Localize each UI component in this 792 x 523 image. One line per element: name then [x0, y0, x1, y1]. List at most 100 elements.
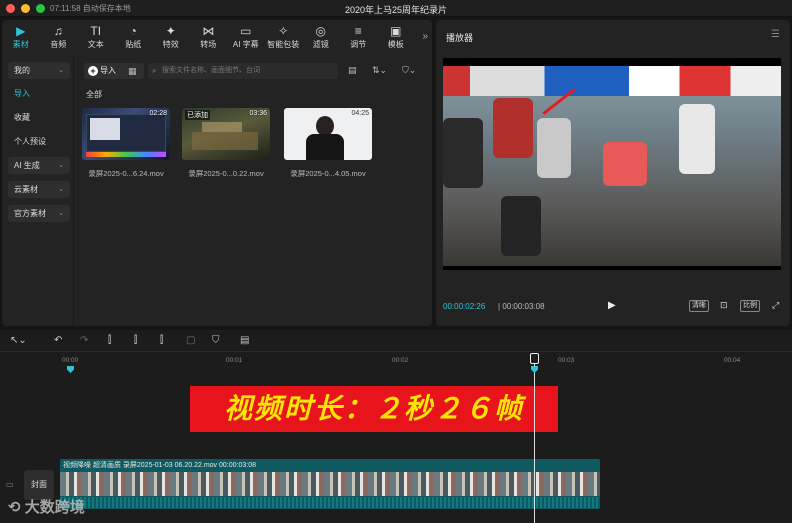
video-preview[interactable]: [443, 58, 781, 270]
media-filename: 录屏2025-0...4.05.mov: [290, 169, 366, 178]
undo-icon[interactable]: ↶: [54, 335, 62, 346]
tool-media[interactable]: ▶ 素材: [2, 20, 40, 54]
media-panel: ▶ 素材 ♫ 音频 TI 文本 ◔ 贴纸 ✦ 特效 ⋈ 转场 ▭ AI 字幕 ✧ 智能包装 ◎ 滤镜 ≡ 调节 ▣ 模板 …: [2, 20, 432, 326]
redo-icon[interactable]: ↷: [80, 335, 88, 346]
chevron-down-icon: ⌄: [58, 210, 64, 217]
fullscreen-icon[interactable]: ⤢: [770, 300, 781, 310]
watermark: ⟲ 大数跨境: [8, 499, 85, 516]
playhead-marker: [531, 366, 538, 373]
clip-filmstrip: [60, 472, 600, 496]
select-tool-icon[interactable]: ↖⌄: [10, 335, 27, 346]
added-badge: 已添加: [185, 110, 210, 120]
tool-label: 文本: [87, 40, 104, 49]
sidebar-item-import[interactable]: 导入: [8, 85, 70, 102]
media-filename: 录屏2025-0...0.22.mov: [188, 169, 264, 178]
tool-sticker[interactable]: ◔ 贴纸: [115, 20, 153, 54]
sidebar-item-personal-presets[interactable]: 个人预设: [8, 133, 70, 150]
video-clip[interactable]: 视频降噪 超清画质 录屏2025-01-03 06.20.22.mov 00:0…: [60, 459, 600, 509]
smart-pack-icon: ✧: [278, 24, 289, 38]
sidebar-item-favorites[interactable]: 收藏: [8, 109, 70, 126]
crop-icon[interactable]: ⊡: [718, 300, 730, 310]
tool-transition[interactable]: ⋈ 转场: [190, 20, 228, 54]
title-bar: 07:11:58 自动保存本地 2020年上马25周年纪录片: [0, 0, 792, 17]
side-nav: 我的 ⌄ 导入 收藏 个人预设 AI 生成 ⌄ 云素材 ⌄ 官方素材 ⌄: [2, 54, 74, 326]
sticker-icon: ◔: [129, 24, 137, 38]
media-icon: ▶: [16, 24, 26, 38]
ai-subtitle-icon: ▭: [240, 24, 252, 38]
tool-label: 智能包装: [267, 40, 300, 49]
timeline-toolbar: ↖⌄ ↶ ↷ ⫿ ⫿ ⫿ ▢ ⛉ ▤: [0, 330, 792, 352]
tool-label: 模板: [387, 40, 404, 49]
menu-icon[interactable]: ☰: [771, 29, 780, 40]
time-ruler[interactable]: 00:00 00:01 00:02 00:03 00:04: [58, 354, 792, 368]
media-filename: 录屏2025-0...6.24.mov: [88, 169, 164, 178]
ratio-button[interactable]: 比例: [740, 300, 760, 312]
all-media-label: 全部: [86, 90, 102, 99]
tool-filter[interactable]: ◎ 滤镜: [302, 20, 340, 54]
shield-icon[interactable]: ⛉: [212, 335, 220, 346]
thumbnail-duration: 03:36: [249, 110, 267, 117]
quality-button[interactable]: 清晰: [689, 300, 709, 312]
search-icon: ⌕: [152, 66, 157, 75]
thumbnail-duration: 02:28: [149, 110, 167, 117]
audio-icon: ♫: [53, 24, 63, 38]
current-time: 00:00:02:26: [443, 302, 486, 311]
text-icon: TI: [90, 24, 102, 38]
media-thumbnail[interactable]: 02:28: [82, 108, 170, 160]
subtitle-icon[interactable]: ▤: [240, 335, 249, 346]
sidebar-item-ai-generate[interactable]: AI 生成 ⌄: [8, 157, 70, 174]
sidebar-item-mine[interactable]: 我的 ⌄: [8, 62, 70, 79]
media-thumbnail[interactable]: 04:25: [284, 108, 372, 160]
effects-icon: ✦: [165, 24, 176, 38]
split-icon[interactable]: ⫿: [108, 335, 111, 346]
track-icon[interactable]: ▭: [6, 480, 14, 489]
audio-waveform: [60, 497, 600, 508]
chevron-down-icon: ⌄: [58, 186, 64, 193]
tool-label: AI 字幕: [232, 40, 259, 49]
start-marker[interactable]: [67, 366, 74, 373]
playhead[interactable]: [534, 358, 535, 523]
clip-label: 视频降噪 超清画质 录屏2025-01-03 06.20.22.mov 00:0…: [63, 462, 256, 469]
tool-label: 转场: [200, 40, 217, 49]
total-time: | 00:00:03:08: [498, 302, 545, 311]
thumbnail-duration: 04:25: [351, 110, 369, 117]
search-input[interactable]: ⌕ 搜索文件名称、画面细节、台词: [148, 63, 338, 79]
trim-left-icon[interactable]: ⫿: [134, 335, 137, 346]
sidebar-item-official[interactable]: 官方素材 ⌄: [8, 205, 70, 222]
grid-view-icon[interactable]: ▦: [128, 66, 138, 76]
timeline-panel: ↖⌄ ↶ ↷ ⫿ ⫿ ⫿ ▢ ⛉ ▤ 00:00 00:01 00:02 00:…: [0, 330, 792, 523]
tool-adjust[interactable]: ≡ 调节: [340, 20, 378, 54]
sort-icon[interactable]: ⇅⌄: [372, 65, 387, 76]
toolbar-more-icon[interactable]: »: [422, 31, 428, 42]
tool-smart-pack[interactable]: ✧ 智能包装: [265, 20, 303, 54]
tick-label: 00:02: [392, 357, 409, 364]
tool-ai-subtitle[interactable]: ▭ AI 字幕: [227, 20, 265, 54]
tool-label: 素材: [12, 40, 29, 49]
player-panel: 播放器 ☰ 00:00:02:26 | 00:00:03:08 ▶ 清晰 ⊡ 比…: [436, 20, 790, 326]
template-icon: ▣: [390, 24, 402, 38]
filter-icon[interactable]: ⛉⌄: [402, 65, 416, 76]
chevron-down-icon: ⌄: [58, 67, 64, 74]
tool-label: 滤镜: [312, 40, 329, 49]
trim-right-icon[interactable]: ⫿: [160, 335, 163, 346]
tool-audio[interactable]: ♫ 音频: [40, 20, 78, 54]
adjust-icon: ≡: [354, 24, 362, 38]
tool-label: 特效: [162, 40, 179, 49]
play-icon[interactable]: ▶: [608, 300, 616, 311]
tool-effects[interactable]: ✦ 特效: [152, 20, 190, 54]
tick-label: 00:00: [62, 357, 79, 364]
tick-label: 00:01: [226, 357, 243, 364]
tool-text[interactable]: TI 文本: [77, 20, 115, 54]
media-thumbnail[interactable]: 已添加 03:36: [182, 108, 270, 160]
tool-template[interactable]: ▣ 模板: [377, 20, 415, 54]
sidebar-item-cloud[interactable]: 云素材 ⌄: [8, 181, 70, 198]
plus-icon: +: [88, 66, 98, 76]
filter-icon: ◎: [315, 24, 326, 38]
chevron-down-icon: ⌄: [58, 162, 64, 169]
tick-label: 00:04: [724, 357, 741, 364]
project-title: 2020年上马25周年纪录片: [344, 5, 448, 15]
playhead-handle[interactable]: [530, 353, 539, 364]
main-toolbar: ▶ 素材 ♫ 音频 TI 文本 ◔ 贴纸 ✦ 特效 ⋈ 转场 ▭ AI 字幕 ✧ 智能包装 ◎ 滤镜 ≡ 调节 ▣ 模板: [2, 20, 432, 54]
delete-icon[interactable]: ▢: [186, 335, 195, 346]
list-view-icon[interactable]: ▤: [348, 65, 357, 76]
